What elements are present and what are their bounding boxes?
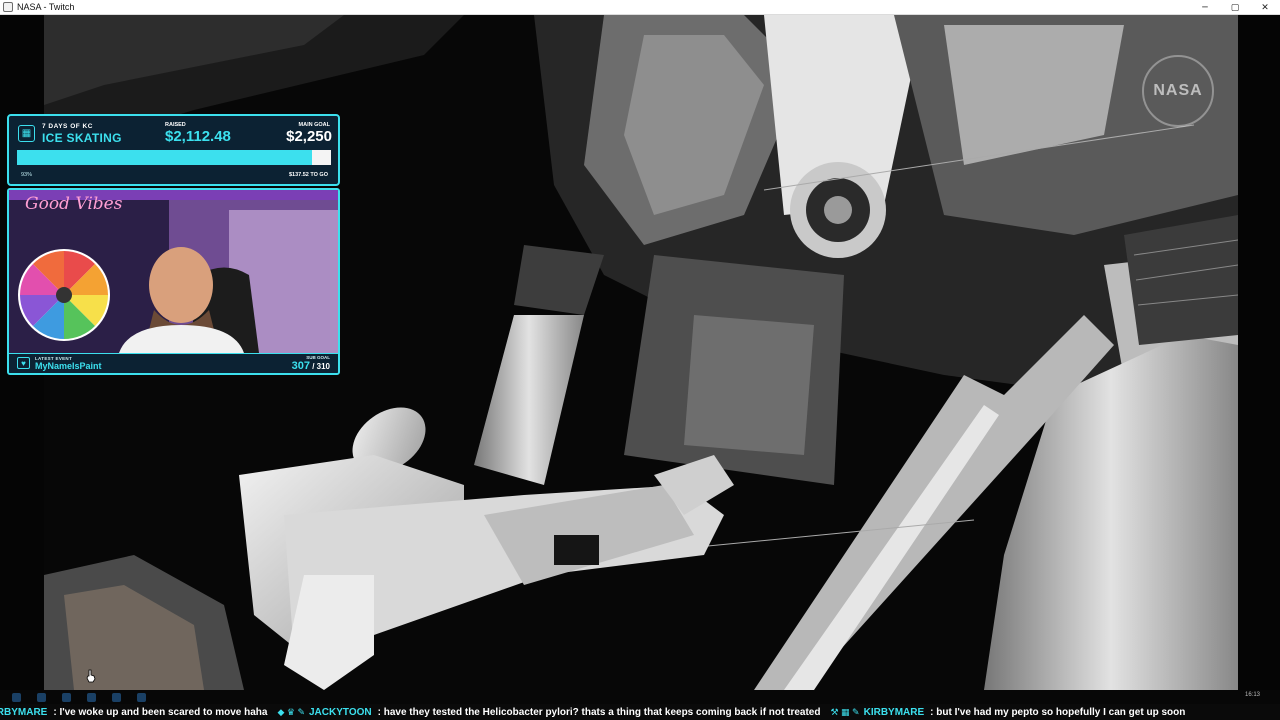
nasa-watermark: NASA <box>1142 55 1214 127</box>
taskbar: 16:13 <box>0 690 1280 704</box>
goal-percent: 93% <box>21 172 33 178</box>
webcam-footer: ♥ LATEST EVENT MyNameIsPaint SUB GOAL 30… <box>9 353 338 373</box>
main-goal-value: $2,250 <box>286 128 332 145</box>
sub-goal-current: 307 <box>291 360 310 372</box>
close-button[interactable]: ✕ <box>1250 0 1280 15</box>
webcam-widget: Good Vibes ♥ LATEST EVENT MyNameIsPaint … <box>7 188 340 375</box>
hand-cursor-icon <box>86 669 96 683</box>
ticker-message: : but I've had my pepto so hopefully I c… <box>930 706 1186 718</box>
heart-icon: ♥ <box>17 357 30 369</box>
ticker-username: IRBYMARE <box>0 706 48 718</box>
goal-widget: ▦ 7 DAYS OF KC ICE SKATING RAISED $2,112… <box>7 114 340 186</box>
sub-goal-total: / 310 <box>309 362 330 371</box>
badge-icons: ⚒ ▦ ✎ <box>830 706 860 717</box>
ticker-message: : I've woke up and been scared to move h… <box>53 706 268 718</box>
ticker-message: : have they tested the Helicobacter pylo… <box>377 706 821 718</box>
start-icon[interactable] <box>12 692 21 702</box>
taskbar-app-icon[interactable] <box>62 692 71 702</box>
webcam-scene <box>9 190 338 353</box>
sub-goal-value: 307 / 310 <box>292 360 330 372</box>
window-controls: ─ ▢ ✕ <box>1190 0 1280 15</box>
minimize-button[interactable]: ─ <box>1190 0 1220 15</box>
latest-event-name: MyNameIsPaint <box>35 361 102 371</box>
ticker-track: IRBYMARE : I've woke up and been scared … <box>0 704 1195 720</box>
ticker-username: KIRBYMARE <box>863 706 925 718</box>
taskbar-app-icon[interactable] <box>112 692 121 702</box>
taskbar-app-icon[interactable] <box>37 692 46 702</box>
taskbar-app-icon[interactable] <box>87 692 96 702</box>
webcam-feed: Good Vibes <box>9 190 338 353</box>
goal-title: ICE SKATING <box>42 131 122 145</box>
chat-ticker: IRBYMARE : I've woke up and been scared … <box>0 704 1280 720</box>
goal-subtitle: 7 DAYS OF KC <box>42 123 93 130</box>
window-title: NASA - Twitch <box>17 2 75 12</box>
goal-progress-fill <box>17 150 313 165</box>
raised-value: $2,112.48 <box>165 128 231 145</box>
window-titlebar: NASA - Twitch ─ ▢ ✕ <box>0 0 1280 15</box>
app-icon <box>3 2 13 12</box>
ticker-username: JACKYTOON <box>309 706 372 718</box>
goal-remaining: $137.52 TO GO <box>288 172 328 178</box>
neon-sign: Good Vibes <box>25 194 123 214</box>
taskbar-app-icon[interactable] <box>137 692 146 702</box>
goal-progress-bar <box>17 150 331 165</box>
badge-icons: ◆ ♛ ✎ <box>277 706 305 717</box>
calendar-icon: ▦ <box>18 125 35 142</box>
tray-clock: 16:13 <box>1244 692 1260 698</box>
maximize-button[interactable]: ▢ <box>1220 0 1250 15</box>
